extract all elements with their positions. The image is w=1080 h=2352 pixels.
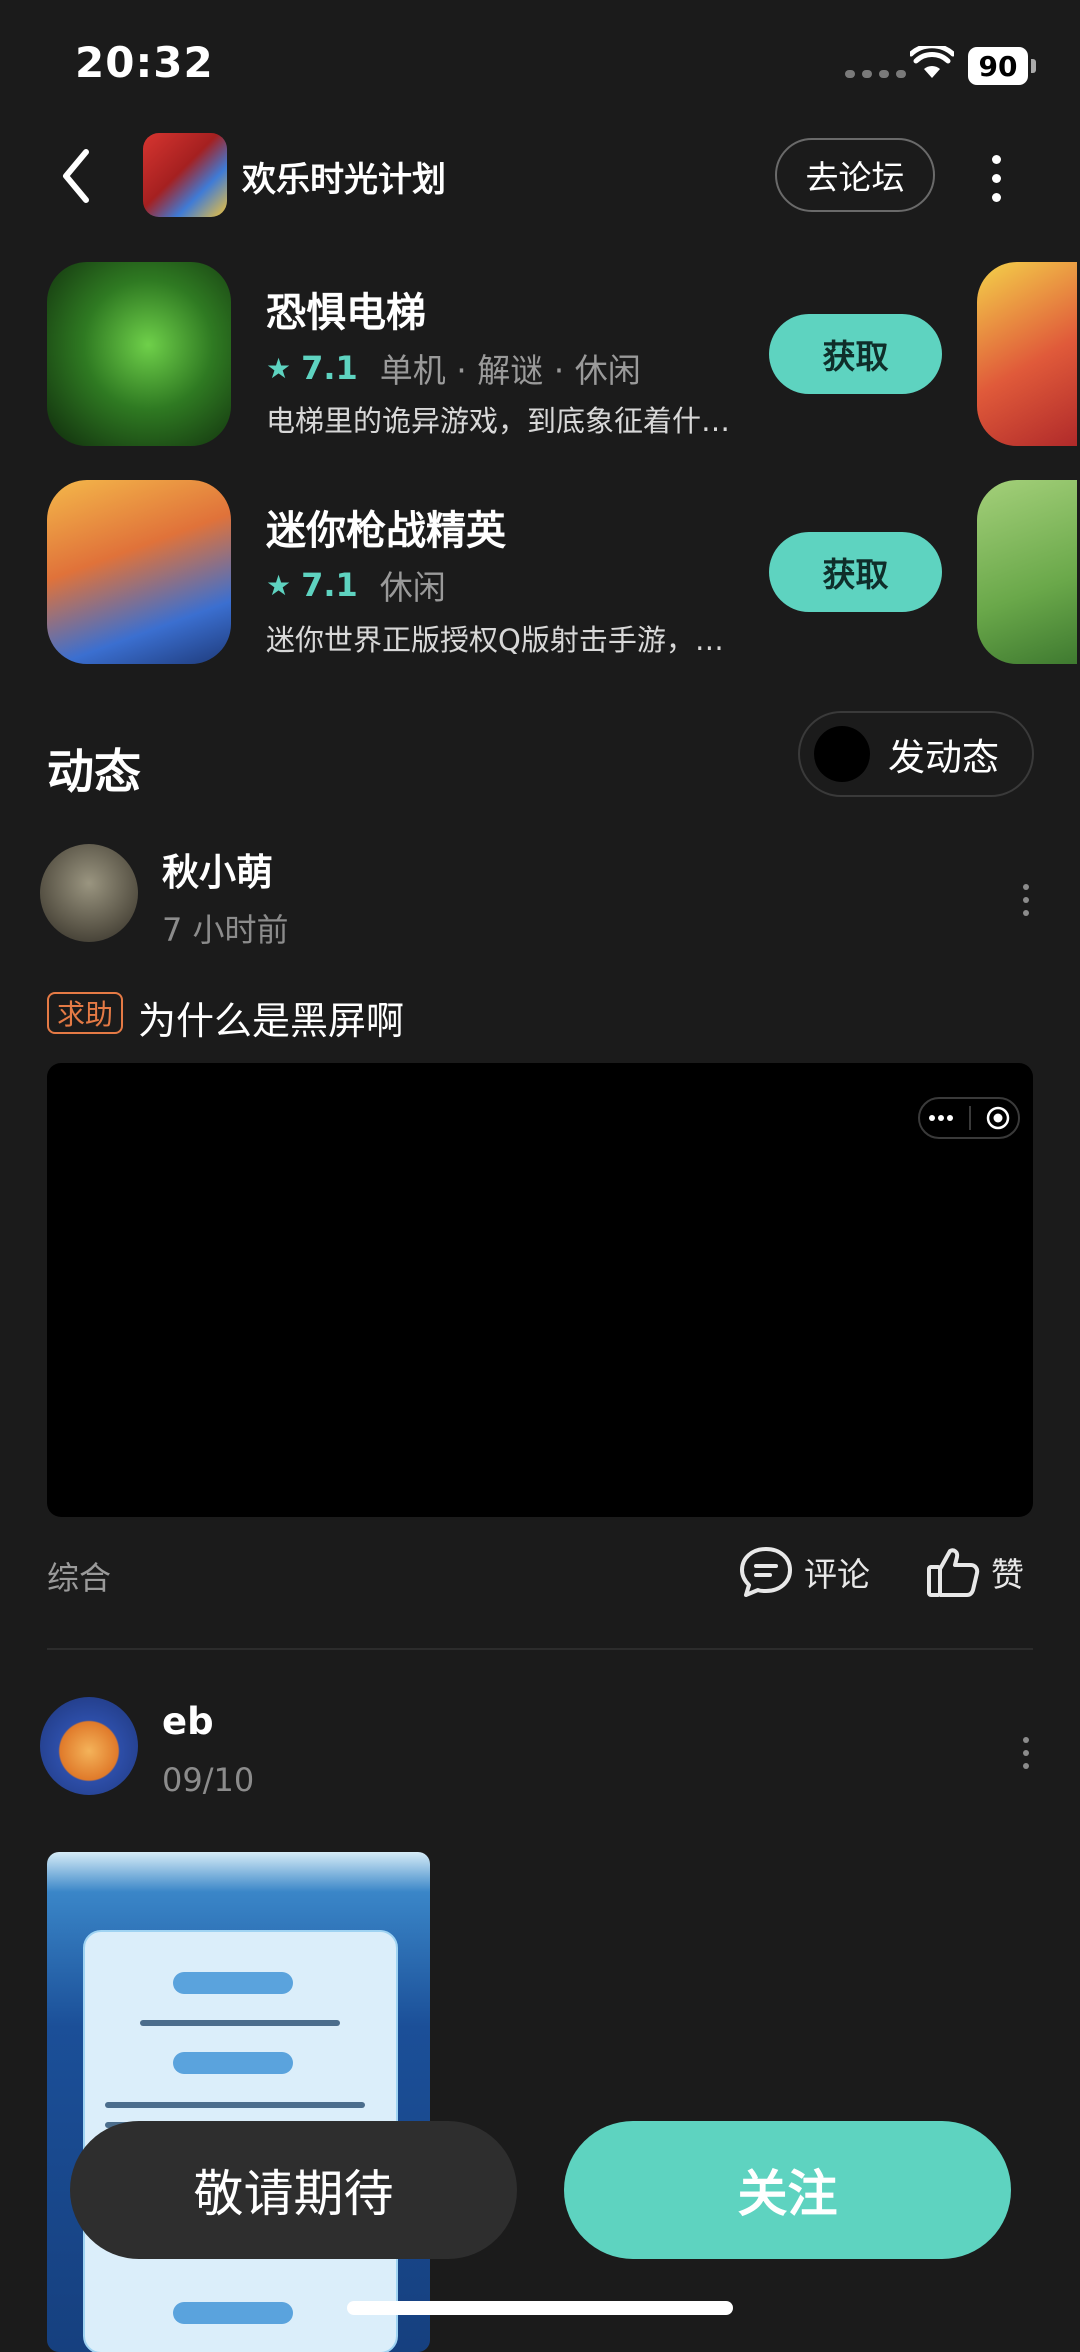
post-time: 7 小时前	[162, 911, 289, 949]
poster-heading	[173, 2302, 293, 2324]
status-time: 20:32	[75, 38, 214, 87]
like-button[interactable]: 赞	[925, 1545, 1024, 1599]
page-title: 欢乐时光计划	[242, 160, 446, 200]
post-divider	[47, 1648, 1033, 1650]
battery-tip	[1031, 59, 1036, 73]
game-tags: 单机 · 解谜 · 休闲	[379, 351, 641, 390]
forum-button[interactable]: 去论坛	[775, 138, 935, 212]
game-icon-peek[interactable]	[977, 262, 1077, 446]
section-title: 动态	[47, 745, 141, 800]
help-tag: 求助	[47, 992, 124, 1034]
post-avatar-icon	[814, 726, 870, 782]
wifi-icon	[910, 46, 954, 78]
star-icon: ★	[266, 351, 292, 385]
game-description: 电梯里的诡异游戏，到底象征着什么？	[266, 404, 736, 438]
post-image[interactable]	[47, 1852, 430, 2352]
game-score: 7.1	[301, 566, 358, 604]
controls-separator	[968, 1106, 971, 1130]
post-text[interactable]: 为什么是黑屏啊	[138, 990, 404, 1045]
comment-label: 评论	[804, 1555, 870, 1594]
game-icon-mini-gun[interactable]	[47, 480, 231, 664]
post-more-icon[interactable]	[1022, 884, 1030, 916]
game-score: 7.1	[301, 349, 358, 387]
avatar[interactable]	[40, 844, 138, 942]
game-icon-elevator[interactable]	[47, 262, 231, 446]
game-rating-row: ★ 7.1 单机 · 解谜 · 休闲	[266, 344, 641, 392]
post-dynamic-button[interactable]: 发动态	[798, 711, 1034, 797]
post-button-label: 发动态	[888, 736, 999, 779]
thumbs-up-icon	[927, 1548, 980, 1597]
poster-heading	[173, 1972, 293, 1994]
game-tags: 休闲	[379, 568, 446, 607]
avatar[interactable]	[40, 1697, 138, 1795]
post-category[interactable]: 综合	[47, 1553, 111, 1599]
get-button[interactable]: 获取	[769, 314, 942, 394]
target-icon[interactable]	[986, 1106, 1010, 1130]
coming-soon-button[interactable]: 敬请期待	[70, 2121, 517, 2259]
follow-button[interactable]: 关注	[564, 2121, 1011, 2259]
comment-button[interactable]: 评论	[738, 1545, 870, 1599]
comment-icon	[740, 1547, 792, 1597]
more-dots-icon[interactable]	[928, 1113, 954, 1123]
poster-heading	[173, 2052, 293, 2074]
poster-text-line	[105, 2102, 365, 2108]
post-more-icon[interactable]	[1022, 1737, 1030, 1769]
post-media[interactable]	[47, 1063, 1033, 1517]
post-time: 09/10	[162, 1761, 255, 1799]
game-description: 迷你世界正版授权Q版射击手游，精英集结	[266, 623, 736, 657]
user-name[interactable]: eb	[162, 1700, 214, 1743]
more-options-icon[interactable]	[990, 155, 1002, 202]
game-rating-row: ★ 7.1 休闲	[266, 561, 446, 609]
game-icon-peek[interactable]	[977, 480, 1077, 664]
game-name[interactable]: 迷你枪战精英	[266, 498, 506, 556]
game-name[interactable]: 恐惧电梯	[266, 280, 426, 338]
signal-icon	[845, 70, 906, 78]
star-icon: ★	[266, 568, 292, 602]
poster-text-line	[140, 2020, 340, 2026]
home-indicator[interactable]	[347, 2301, 733, 2315]
battery-indicator: 90	[968, 47, 1028, 85]
get-button[interactable]: 获取	[769, 532, 942, 612]
back-arrow-icon[interactable]	[60, 148, 90, 204]
game-thumbnail[interactable]	[143, 133, 227, 217]
like-label: 赞	[991, 1555, 1024, 1594]
user-name[interactable]: 秋小萌	[162, 842, 273, 896]
media-controls[interactable]	[918, 1097, 1020, 1139]
